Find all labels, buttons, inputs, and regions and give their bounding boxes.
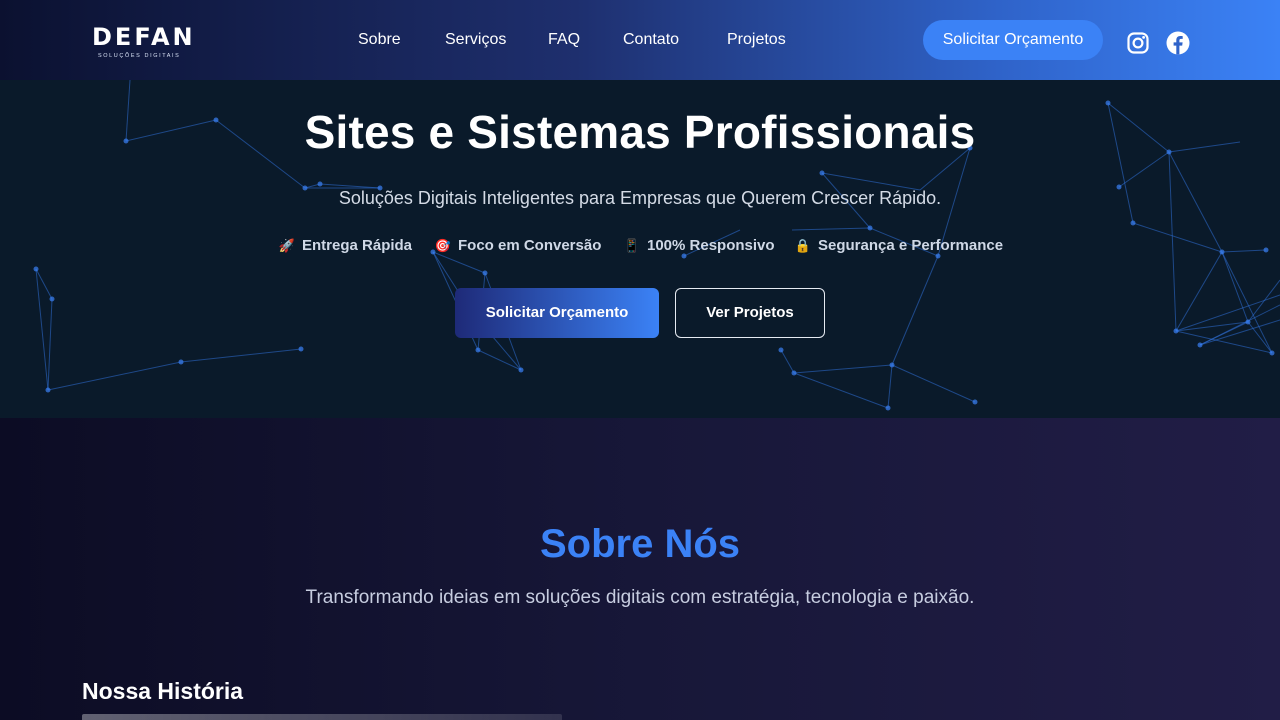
nav-link-sobre[interactable]: Sobre <box>358 30 401 50</box>
history-text-cutoff <box>82 714 562 720</box>
feature-list: 🚀 Entrega Rápida 🎯 Foco em Conversão 📱 100%… <box>0 236 1280 258</box>
nav-link-projetos[interactable]: Projetos <box>727 30 786 50</box>
navbar: DEFAN SOLUÇÕES DIGITAIS Sobre Serviços F… <box>0 0 1280 80</box>
feature-item: 🚀 Entrega Rápida <box>278 236 412 256</box>
view-projects-button[interactable]: Ver Projetos <box>675 288 825 338</box>
about-title: Sobre Nós <box>539 522 741 566</box>
nav-quote-button[interactable]: Solicitar Orçamento <box>923 20 1103 60</box>
nav-link-contato[interactable]: Contato <box>623 30 679 50</box>
feature-item: 🔒 Segurança e Performance <box>794 236 1003 256</box>
feature-label: Foco em Conversão <box>458 237 602 254</box>
hero-subtitle: Soluções Digitais Inteligentes para Empr… <box>338 188 942 208</box>
brand-tagline: SOLUÇÕES DIGITAIS <box>98 53 181 59</box>
lock-icon: 🔒 <box>794 238 812 253</box>
hero-title: Sites e Sistemas Profissionais <box>304 106 976 158</box>
history-title: Nossa História <box>82 678 244 704</box>
nav-link-servicos[interactable]: Serviços <box>445 30 506 50</box>
feature-label: Segurança e Performance <box>818 237 1004 254</box>
about-section: Sobre Nós Transformando ideias em soluçõ… <box>0 418 1280 720</box>
rocket-icon: 🚀 <box>278 238 296 253</box>
hero-section: Sites e Sistemas Profissionais Soluções … <box>0 80 1280 418</box>
about-subtitle: Transformando ideias em soluções digitai… <box>305 587 975 608</box>
feature-item: 📱 100% Responsivo <box>623 236 775 256</box>
hero-quote-button[interactable]: Solicitar Orçamento <box>455 288 659 338</box>
mobile-phone-icon: 📱 <box>623 238 641 253</box>
feature-item: 🎯 Foco em Conversão <box>434 236 601 256</box>
target-icon: 🎯 <box>434 238 452 253</box>
feature-label: Entrega Rápida <box>302 237 413 254</box>
facebook-icon[interactable] <box>1166 31 1190 55</box>
feature-label: 100% Responsivo <box>647 237 775 254</box>
nav-link-faq[interactable]: FAQ <box>548 30 580 50</box>
instagram-icon[interactable] <box>1126 31 1150 55</box>
